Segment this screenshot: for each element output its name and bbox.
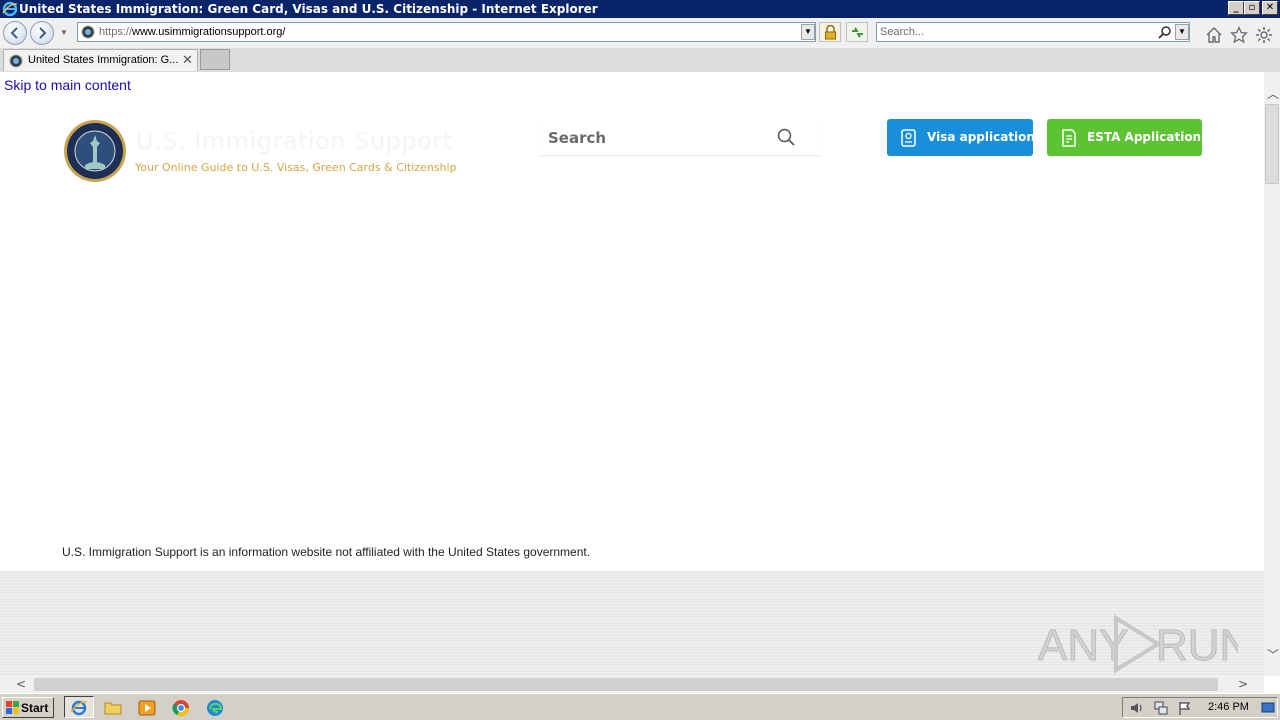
start-button[interactable]: Start (2, 697, 54, 718)
scroll-up-icon[interactable]: ︿ (1267, 85, 1279, 102)
vertical-scroll-thumb[interactable] (1265, 104, 1279, 184)
windows-logo-icon (6, 701, 19, 714)
browser-search-box[interactable]: ▼ (876, 22, 1190, 42)
ie-icon[interactable] (70, 699, 88, 717)
favorites-star-icon[interactable] (1230, 26, 1248, 44)
address-bar[interactable]: https://www.usimmigrationsupport.org/ ▼ (77, 22, 816, 42)
clock[interactable]: 2:46 PM (1208, 701, 1249, 713)
form-document-icon (1062, 129, 1076, 147)
system-tray (1122, 697, 1278, 718)
minimize-button[interactable]: _ (1228, 1, 1244, 15)
anyrun-watermark: ANY RUN (1038, 612, 1252, 676)
lock-icon (825, 25, 836, 40)
page-viewport: Skip to main content U.S. Immigration Su… (0, 72, 1264, 676)
site-favicon-icon (81, 25, 95, 39)
site-logo-seal[interactable] (63, 119, 127, 183)
site-tagline: Your Online Guide to U.S. Visas, Green C… (135, 161, 457, 174)
back-button[interactable] (3, 21, 27, 45)
esta-application-label: ESTA Application (1087, 130, 1202, 144)
esta-application-button[interactable]: ESTA Application (1047, 119, 1202, 156)
show-desktop-icon[interactable] (1261, 701, 1275, 715)
home-icon[interactable] (1205, 26, 1223, 44)
tab-close-icon[interactable]: ✕ (182, 52, 193, 68)
forward-button[interactable] (30, 21, 54, 45)
skip-to-content-link[interactable]: Skip to main content (4, 77, 131, 93)
anyrun-logo-icon: ANY RUN (1038, 614, 1252, 674)
scroll-left-icon[interactable]: < (16, 677, 26, 691)
site-search-box[interactable] (540, 121, 820, 156)
tab-favicon-icon (9, 54, 23, 68)
history-dropdown-icon[interactable]: ▼ (60, 28, 68, 37)
site-name[interactable]: U.S. Immigration Support (136, 127, 452, 155)
action-center-flag-icon[interactable] (1177, 700, 1193, 716)
restore-button[interactable]: ▫ (1244, 1, 1260, 15)
refresh-icon (852, 27, 863, 38)
browser-search-input[interactable] (880, 24, 1150, 40)
scroll-right-icon[interactable]: > (1238, 677, 1248, 691)
ie-icon (2, 1, 18, 17)
horizontal-scroll-thumb[interactable] (34, 678, 1218, 691)
back-arrow-icon (10, 27, 18, 39)
edge-icon[interactable] (206, 699, 224, 717)
address-dropdown-icon[interactable]: ▼ (801, 24, 815, 40)
security-lock-button[interactable] (819, 22, 841, 42)
visa-application-button[interactable]: Visa application (887, 119, 1035, 156)
tab-label: United States Immigration: G... (28, 54, 179, 66)
new-tab-button[interactable] (200, 49, 230, 70)
refresh-button[interactable] (846, 22, 868, 42)
taskbar: Start 2:46 PM (0, 693, 1280, 720)
network-icon[interactable] (1153, 700, 1169, 716)
disclaimer-text: U.S. Immigration Support is an informati… (62, 545, 591, 559)
site-search-input[interactable] (548, 128, 768, 148)
search-icon[interactable] (776, 127, 796, 147)
svg-text:RUN: RUN (1156, 621, 1238, 670)
chrome-icon[interactable] (172, 699, 190, 717)
address-url: https://www.usimmigrationsupport.org/ (99, 26, 286, 38)
search-icon[interactable] (1158, 25, 1172, 39)
passport-document-icon (901, 129, 916, 147)
media-player-icon[interactable] (138, 699, 156, 717)
tab-bar: United States Immigration: G... ✕ (0, 48, 1280, 72)
settings-gear-icon[interactable] (1255, 26, 1273, 44)
start-label: Start (21, 701, 49, 715)
visa-application-label: Visa application (927, 130, 1035, 144)
folder-icon[interactable] (104, 699, 122, 717)
close-window-button[interactable]: ✕ (1262, 1, 1278, 15)
volume-icon[interactable] (1129, 700, 1145, 716)
scroll-down-icon[interactable]: ﹀ (1267, 646, 1279, 663)
search-provider-dropdown-icon[interactable]: ▼ (1175, 24, 1189, 40)
window-titlebar: United States Immigration: Green Card, V… (0, 0, 1280, 18)
forward-arrow-icon (39, 27, 47, 39)
window-title: United States Immigration: Green Card, V… (19, 2, 598, 16)
tab-current[interactable]: United States Immigration: G... ✕ (3, 49, 198, 71)
navigation-bar: ▼ https://www.usimmigrationsupport.org/ … (0, 18, 1280, 49)
